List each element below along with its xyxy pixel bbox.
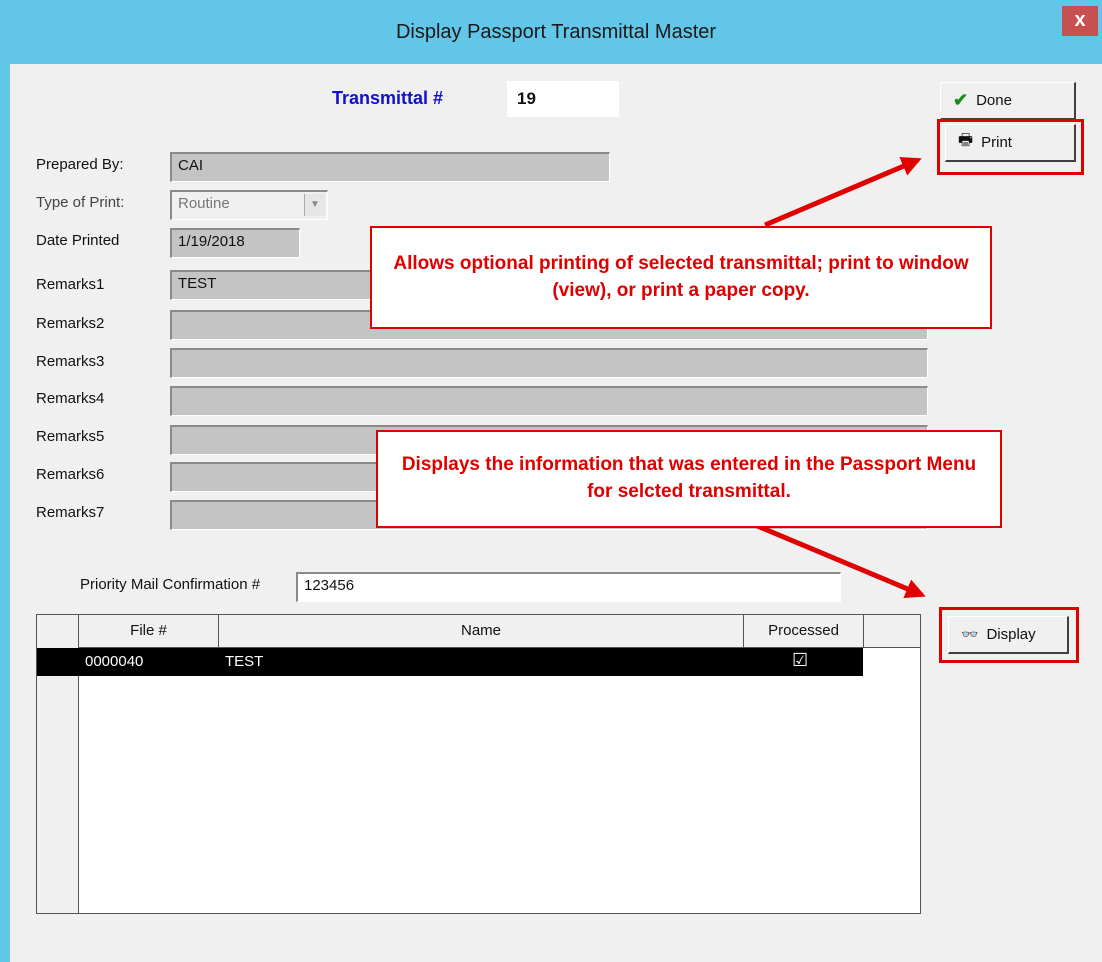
display-highlight-box bbox=[939, 607, 1079, 663]
column-file-header[interactable]: File # bbox=[79, 615, 219, 647]
column-name-header[interactable]: Name bbox=[219, 615, 744, 647]
remarks4-label: Remarks4 bbox=[36, 390, 105, 407]
type-of-print-label: Type of Print: bbox=[36, 194, 125, 211]
remarks3-field[interactable] bbox=[170, 348, 928, 378]
remarks6-label: Remarks6 bbox=[36, 466, 105, 483]
remarks2-label: Remarks2 bbox=[36, 315, 105, 332]
transmittal-number-field[interactable]: 19 bbox=[507, 81, 619, 117]
files-grid: File # Name Processed 0000040 TEST ☑ bbox=[36, 614, 921, 914]
priority-mail-field[interactable]: 123456 bbox=[296, 572, 841, 602]
processed-checkbox[interactable]: ☑ bbox=[792, 650, 808, 671]
print-callout: Allows optional printing of selected tra… bbox=[370, 226, 992, 329]
type-of-print-value: Routine bbox=[178, 195, 230, 212]
window-title: Display Passport Transmittal Master bbox=[395, 21, 717, 43]
done-button[interactable]: ✔ Done bbox=[940, 82, 1076, 120]
column-processed-header[interactable]: Processed bbox=[744, 615, 864, 647]
prepared-by-label: Prepared By: bbox=[36, 156, 124, 173]
remarks7-label: Remarks7 bbox=[36, 504, 105, 521]
row-indicator-column bbox=[37, 647, 79, 913]
date-printed-field[interactable]: 1/19/2018 bbox=[170, 228, 300, 258]
transmittal-label: Transmittal # bbox=[332, 88, 444, 108]
prepared-by-field[interactable]: CAI bbox=[170, 152, 610, 182]
remarks1-label: Remarks1 bbox=[36, 276, 105, 293]
grid-header: File # Name Processed bbox=[37, 615, 920, 648]
close-button[interactable]: x bbox=[1062, 6, 1098, 36]
chevron-down-icon[interactable]: ▼ bbox=[304, 194, 325, 216]
remarks3-label: Remarks3 bbox=[36, 353, 105, 370]
print-highlight-box bbox=[937, 119, 1084, 175]
remarks4-field[interactable] bbox=[170, 386, 928, 416]
grid-corner bbox=[37, 615, 79, 647]
title-bar: Display Passport Transmittal Master x bbox=[10, 0, 1102, 64]
priority-mail-label: Priority Mail Confirmation # bbox=[80, 576, 261, 593]
table-row[interactable]: 0000040 TEST ☑ bbox=[37, 648, 863, 676]
done-button-label: Done bbox=[976, 92, 1012, 109]
date-printed-label: Date Printed bbox=[36, 232, 120, 249]
remarks5-label: Remarks5 bbox=[36, 428, 105, 445]
row-name: TEST bbox=[225, 653, 264, 670]
ok-check-icon: ✔ bbox=[953, 90, 969, 110]
row-file-number: 0000040 bbox=[85, 653, 144, 670]
display-callout: Displays the information that was entere… bbox=[376, 430, 1002, 528]
type-of-print-select[interactable]: Routine ▼ bbox=[170, 190, 328, 220]
